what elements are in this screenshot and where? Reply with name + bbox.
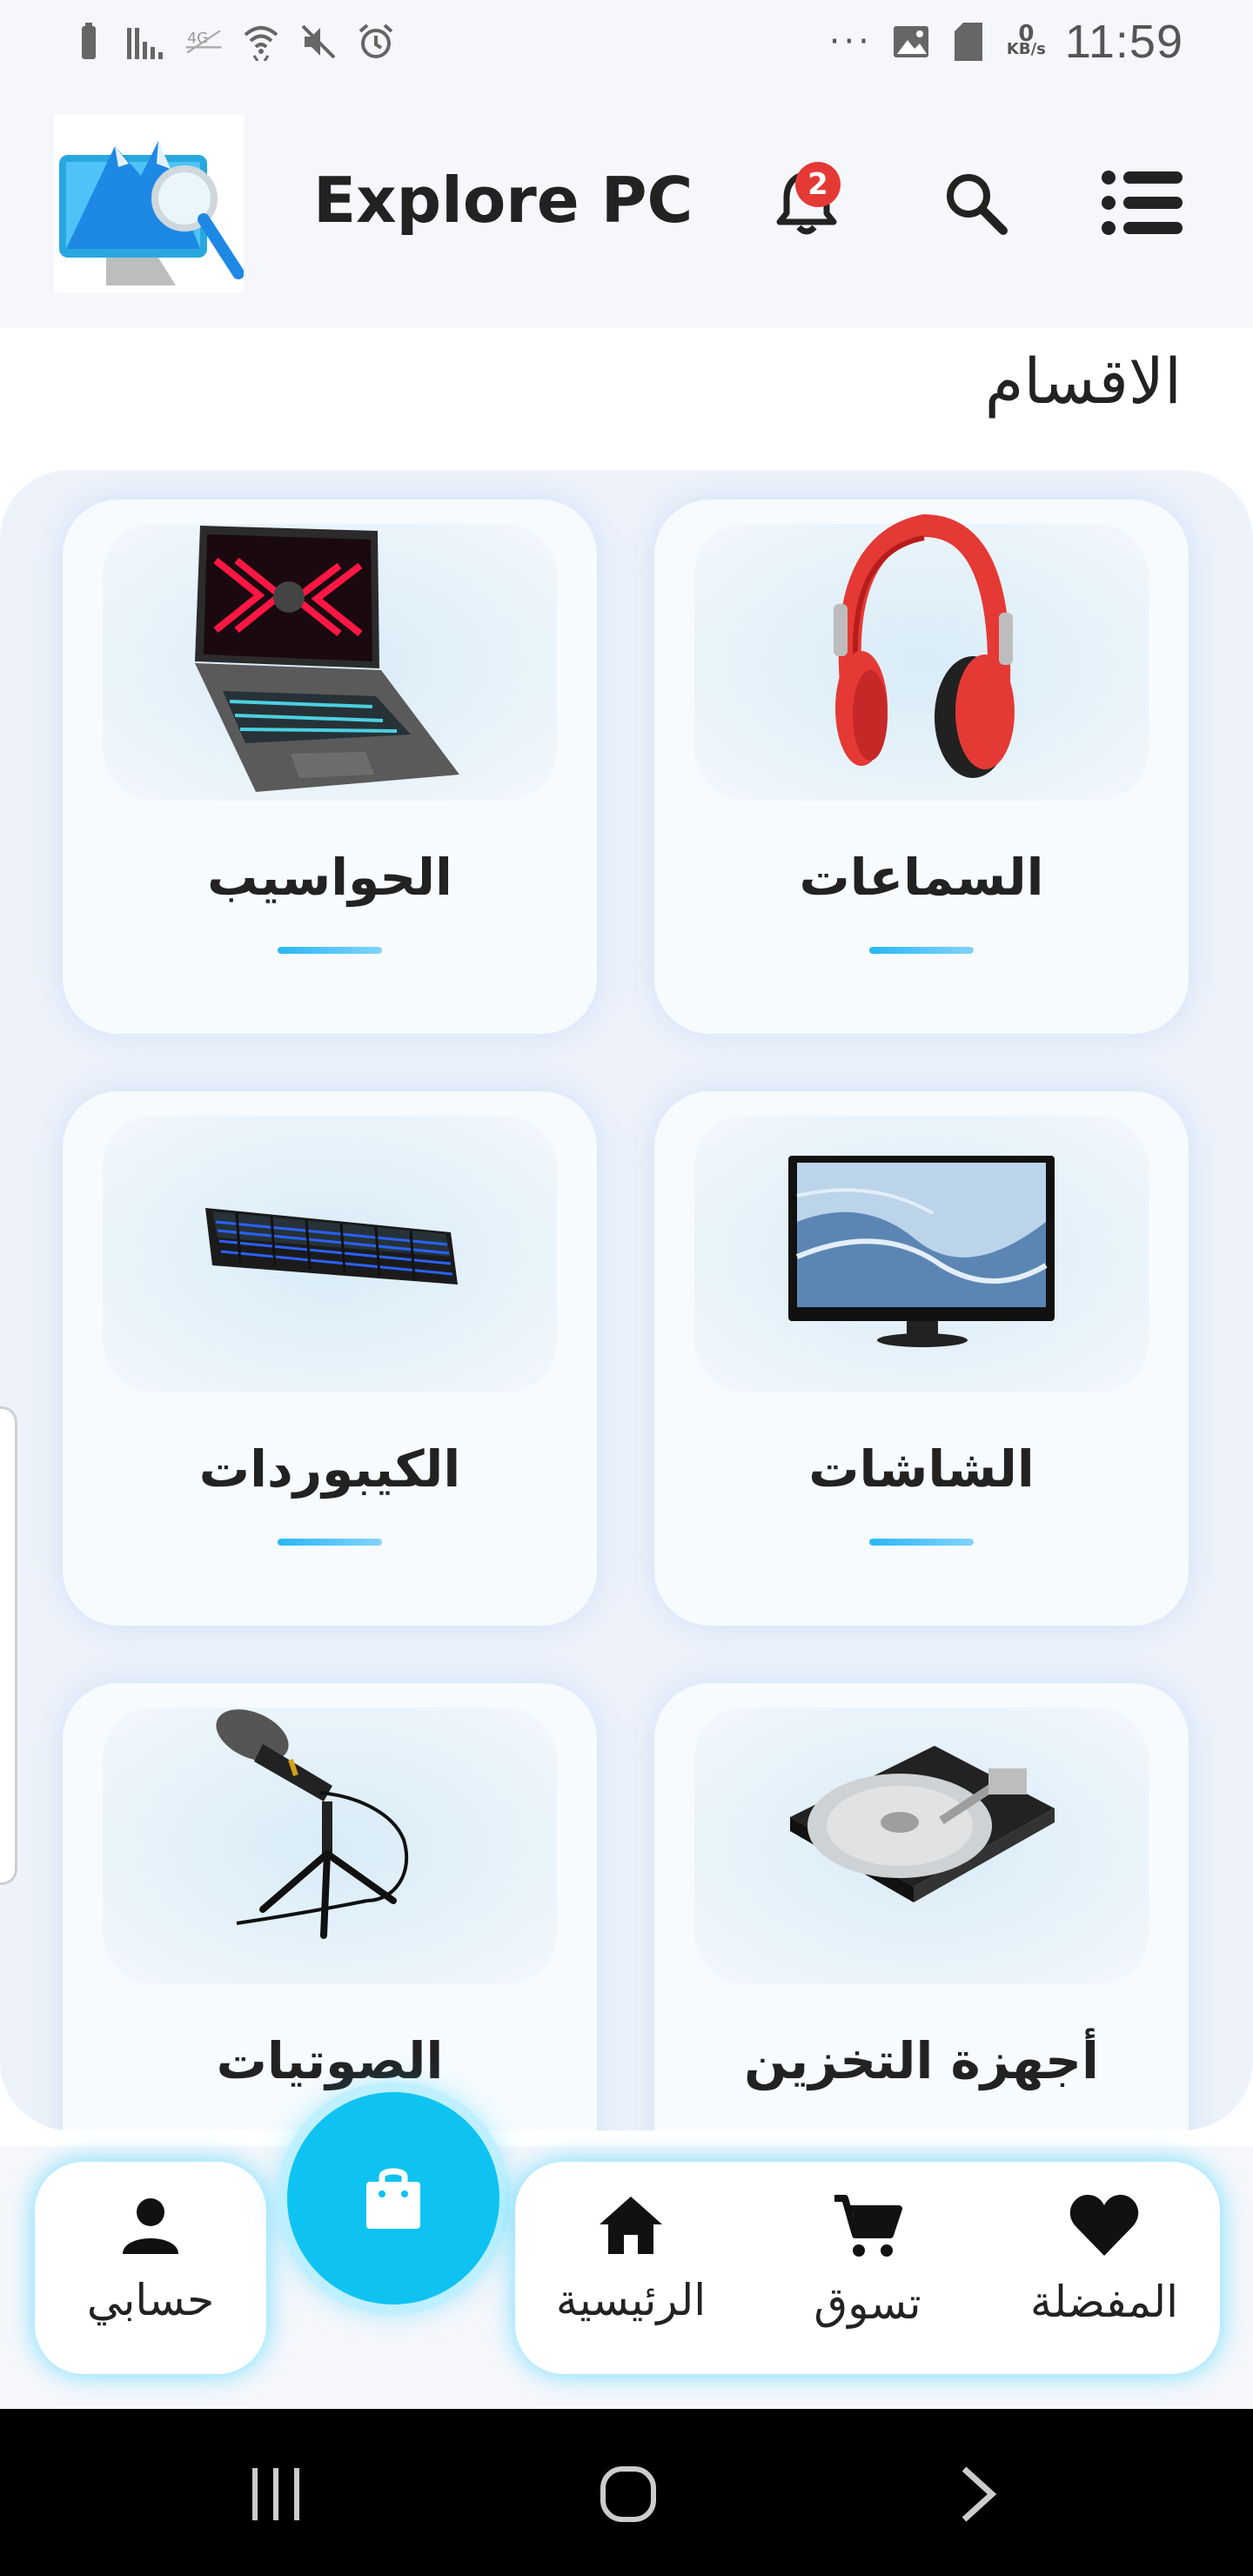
status-left: 4G (70, 23, 395, 61)
category-card-storage[interactable]: أجهزة التخزين (654, 1683, 1189, 2130)
keyboard-image (63, 1091, 597, 1422)
category-label: السماعات (799, 848, 1044, 907)
screen: 4G ··· 0 KB/s 11:59 Explore PC 2 الاقسام… (0, 0, 1253, 2576)
sim-icon (949, 23, 988, 61)
category-underline (869, 1539, 974, 1546)
cart-icon (833, 2193, 902, 2263)
image-icon (892, 23, 930, 61)
category-underline (869, 947, 974, 954)
category-label: الصوتيات (216, 2031, 444, 2090)
headphones-image (654, 500, 1189, 830)
category-card-audio[interactable]: الصوتيات (63, 1683, 597, 2130)
content-area: الاقسام السماعات الحواسيب الشاشات الكيبو… (0, 327, 1253, 2146)
bottom-navigation: حسابي الرئيسية تسوق المفضلة (35, 2092, 1220, 2374)
bottom-nav-left-pill: حسابي (35, 2162, 266, 2374)
back-chevron-icon (959, 2465, 997, 2526)
nav-item-favorites[interactable]: المفضلة (1004, 2193, 1204, 2350)
nav-label: تسوق (814, 2278, 921, 2329)
4g-icon: 4G (184, 23, 223, 61)
microphone-image (63, 1683, 597, 2014)
section-title: الاقسام (984, 345, 1182, 418)
mute-icon (299, 23, 338, 61)
category-label: الشاشات (808, 1439, 1035, 1499)
battery-icon (70, 23, 108, 61)
nav-label: حسابي (86, 2275, 215, 2325)
search-button[interactable] (928, 157, 1023, 252)
home-circle-icon (600, 2465, 657, 2526)
recents-button[interactable] (224, 2461, 329, 2531)
nav-item-account[interactable]: حسابي (50, 2193, 251, 2350)
monitor-image (654, 1091, 1189, 1422)
more-indicator: ··· (828, 22, 873, 62)
category-card-monitors[interactable]: الشاشات (654, 1091, 1189, 1626)
bottom-nav-right-pill: الرئيسية تسوق المفضلة (515, 2162, 1220, 2374)
logo-image (54, 115, 245, 292)
categories-grid: السماعات الحواسيب الشاشات الكيبوردات أجه… (0, 470, 1253, 2130)
menu-button[interactable] (1095, 157, 1190, 252)
heart-icon (1069, 2193, 1140, 2261)
net-speed: 0 KB/s (1006, 23, 1046, 58)
shop-fab-button[interactable] (287, 2092, 499, 2304)
search-icon (942, 170, 1008, 239)
status-bar: 4G ··· 0 KB/s 11:59 (0, 0, 1253, 84)
recents-icon (251, 2466, 303, 2526)
edge-panel-handle[interactable] (0, 1406, 17, 1885)
nav-label: المفضلة (1029, 2277, 1179, 2327)
system-home-button[interactable] (576, 2461, 680, 2531)
clock: 11:59 (1064, 16, 1183, 68)
back-button[interactable] (926, 2461, 1030, 2531)
category-underline (278, 1539, 382, 1546)
system-navigation-bar (0, 2409, 1253, 2576)
status-right: ··· 0 KB/s 11:59 (829, 15, 1183, 69)
nav-item-home[interactable]: الرئيسية (531, 2193, 731, 2350)
signal-icon (127, 23, 165, 61)
notification-badge: 2 (795, 162, 841, 207)
category-card-keyboards[interactable]: الكيبوردات (63, 1091, 597, 1626)
net-speed-unit: KB/s (1006, 40, 1046, 58)
home-icon (596, 2193, 666, 2259)
category-underline (278, 947, 382, 954)
category-label: الحواسيب (207, 848, 452, 907)
laptop-image (63, 500, 597, 830)
nav-item-shop[interactable]: تسوق (767, 2193, 968, 2350)
category-label: أجهزة التخزين (744, 2031, 1099, 2090)
menu-icon (1101, 170, 1184, 239)
category-card-laptops[interactable]: الحواسيب (63, 500, 597, 1034)
nav-label: الرئيسية (555, 2275, 707, 2325)
app-title: Explore PC (313, 164, 694, 237)
notifications-button[interactable]: 2 (759, 157, 854, 252)
alarm-icon (357, 23, 395, 61)
category-label: الكيبوردات (198, 1439, 461, 1499)
wifi-icon (242, 23, 280, 61)
shopping-bag-icon (363, 2163, 424, 2234)
category-card-headphones[interactable]: السماعات (654, 500, 1189, 1034)
hard-drive-image (654, 1683, 1189, 2014)
person-icon (119, 2193, 182, 2259)
app-header: Explore PC 2 (0, 96, 1253, 327)
